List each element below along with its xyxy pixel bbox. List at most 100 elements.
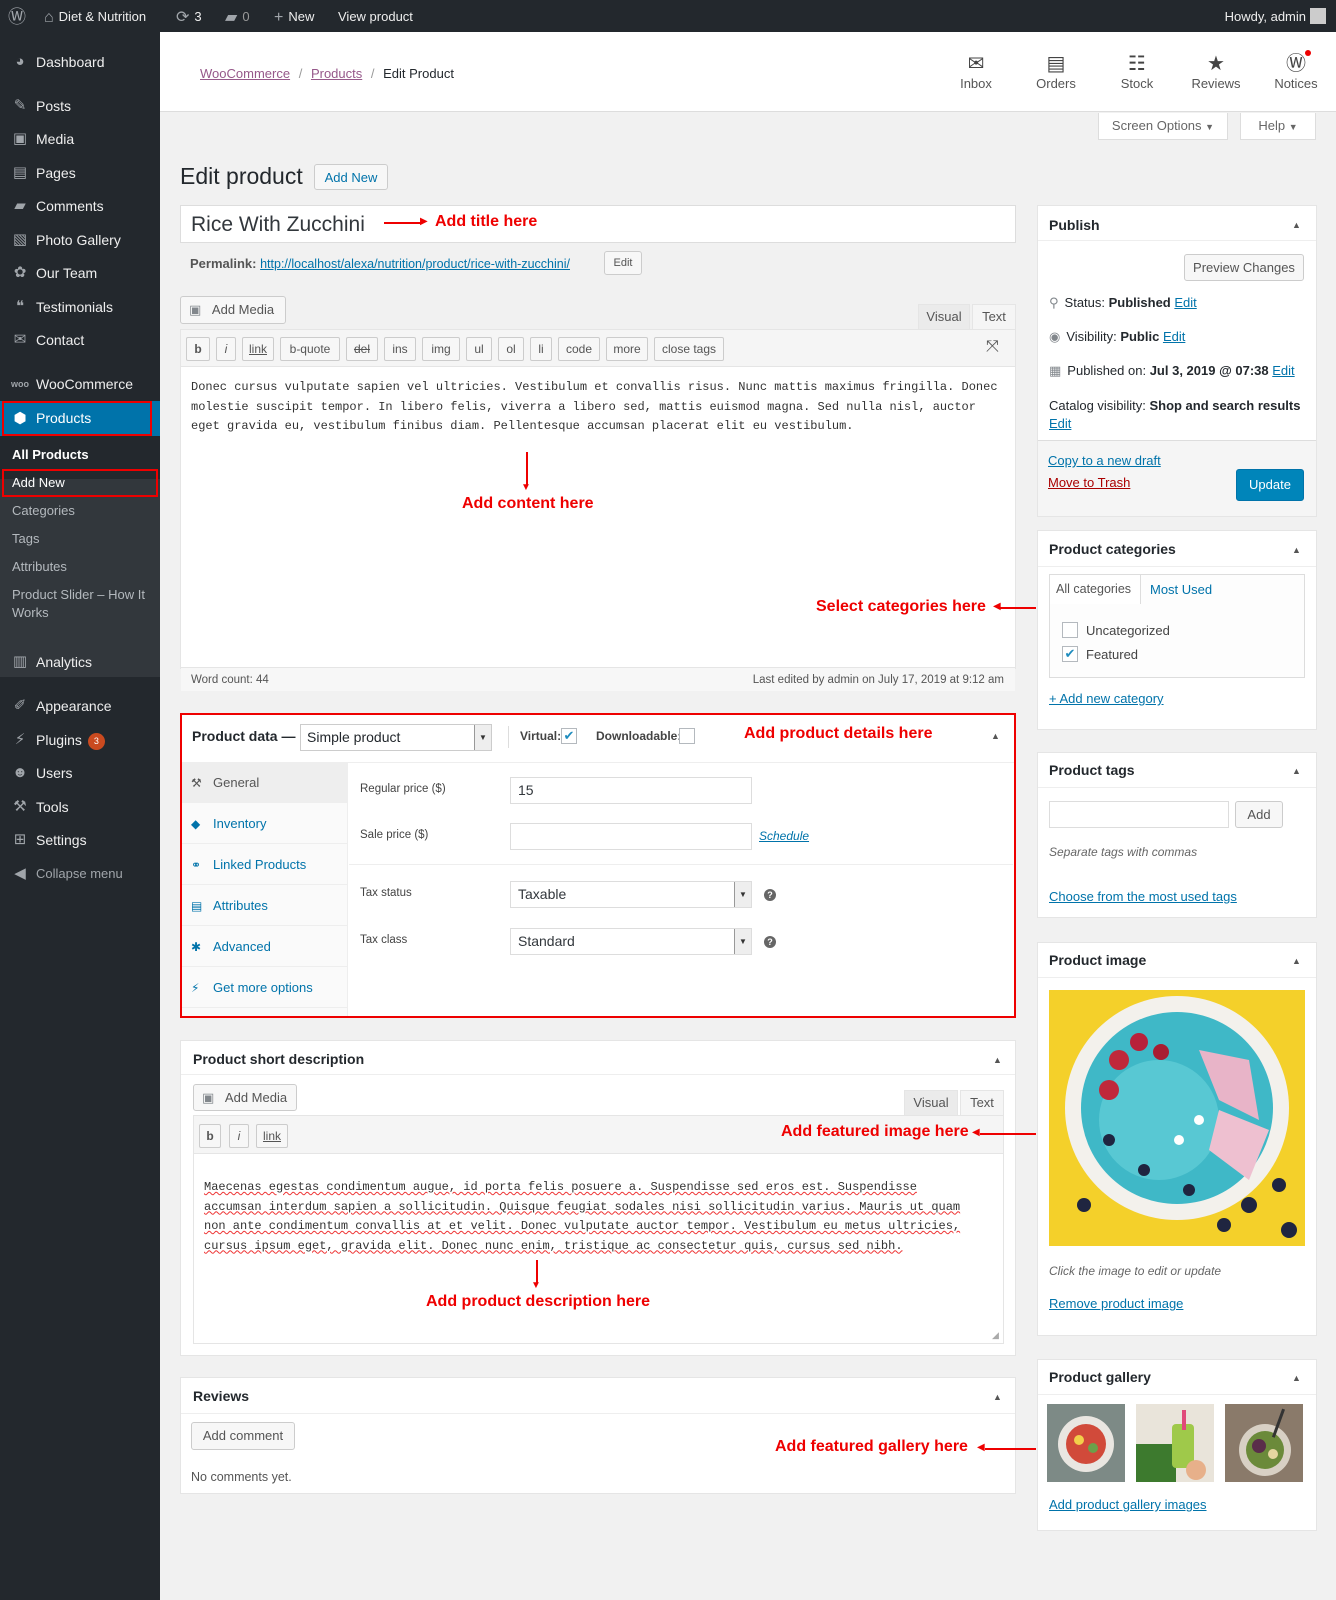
reviews-button[interactable]: ★ Reviews: [1186, 52, 1246, 91]
tab-general[interactable]: ⚒ General: [182, 763, 348, 803]
short-qt-link[interactable]: link: [256, 1124, 288, 1148]
tab-attributes[interactable]: ▤ Attributes: [182, 886, 348, 926]
updates-link[interactable]: ⟳ 3: [176, 0, 202, 32]
gallery-thumb-salad[interactable]: [1225, 1404, 1303, 1482]
screen-options-toggle[interactable]: Screen Options ▼: [1098, 113, 1228, 140]
qt-italic[interactable]: i: [216, 337, 236, 361]
view-product-link[interactable]: View product: [338, 0, 413, 32]
menu-tools[interactable]: ⚒ Tools: [0, 790, 160, 824]
categories-tab-most-used[interactable]: Most Used: [1150, 582, 1212, 597]
menu-collapse[interactable]: ◀ Collapse menu: [0, 857, 160, 891]
toggle-arrow-icon[interactable]: ▲: [1292, 956, 1301, 966]
breadcrumb-woocommerce[interactable]: WooCommerce: [200, 66, 290, 81]
short-qt-italic[interactable]: i: [229, 1124, 249, 1148]
inbox-button[interactable]: ✉ Inbox: [946, 52, 1006, 91]
category-featured-checkbox[interactable]: ✔: [1062, 646, 1078, 662]
tax-class-select[interactable]: Standard ▼: [510, 928, 752, 955]
add-category-link[interactable]: + Add new category: [1049, 691, 1164, 706]
menu-pages[interactable]: ▤ Pages: [0, 156, 160, 190]
choose-tags-link[interactable]: Choose from the most used tags: [1049, 889, 1237, 904]
permalink-url[interactable]: http://localhost/alexa/nutrition/product…: [260, 257, 570, 271]
stock-button[interactable]: ☷ Stock: [1107, 52, 1167, 91]
orders-button[interactable]: ▤ Orders: [1026, 52, 1086, 91]
fullscreen-icon[interactable]: ⤧: [986, 338, 999, 356]
avatar[interactable]: [1310, 8, 1326, 24]
tag-input[interactable]: [1049, 801, 1229, 828]
resize-handle-icon[interactable]: ◢: [992, 1330, 999, 1341]
toggle-arrow-icon[interactable]: ▲: [993, 1392, 1002, 1402]
downloadable-checkbox[interactable]: [679, 728, 695, 744]
qt-more[interactable]: more: [606, 337, 648, 361]
title-input[interactable]: Rice With Zucchini: [180, 205, 1016, 243]
toggle-arrow-icon[interactable]: ▲: [1292, 766, 1301, 776]
qt-del[interactable]: del: [346, 337, 378, 361]
product-type-select[interactable]: Simple product ▼: [300, 724, 492, 751]
remove-image-link[interactable]: Remove product image: [1049, 1296, 1183, 1311]
toggle-arrow-icon[interactable]: ▲: [1292, 220, 1301, 230]
date-edit-link[interactable]: Edit: [1272, 363, 1294, 378]
menu-photo-gallery[interactable]: ▧ Photo Gallery: [0, 223, 160, 257]
menu-our-team[interactable]: ✿ Our Team: [0, 256, 160, 290]
short-tab-text[interactable]: Text: [960, 1090, 1004, 1116]
toggle-arrow-icon[interactable]: ▲: [991, 731, 1000, 741]
toggle-arrow-icon[interactable]: ▲: [993, 1055, 1002, 1065]
status-edit-link[interactable]: Edit: [1174, 295, 1196, 310]
submenu-categories[interactable]: Categories: [12, 502, 75, 520]
qt-li[interactable]: li: [530, 337, 552, 361]
tab-text[interactable]: Text: [972, 304, 1016, 330]
tax-status-select[interactable]: Taxable ▼: [510, 881, 752, 908]
content-text[interactable]: Donec cursus vulputate sapien vel ultric…: [191, 378, 1001, 437]
site-name-link[interactable]: ⌂ Diet & Nutrition: [44, 0, 146, 32]
qt-bold[interactable]: b: [186, 337, 210, 361]
product-image[interactable]: [1049, 990, 1305, 1246]
short-tab-visual[interactable]: Visual: [904, 1090, 958, 1116]
regular-price-input[interactable]: 15: [510, 777, 752, 804]
gallery-thumb-bowl[interactable]: [1047, 1404, 1125, 1482]
category-uncategorized-checkbox[interactable]: [1062, 622, 1078, 638]
submenu-tags[interactable]: Tags: [12, 530, 39, 548]
short-add-media-button[interactable]: ▣ Add Media: [193, 1084, 297, 1111]
short-description-text[interactable]: Maecenas egestas condimentum augue, id p…: [204, 1178, 974, 1256]
help-toggle[interactable]: Help ▼: [1240, 113, 1316, 140]
toggle-arrow-icon[interactable]: ▲: [1292, 545, 1301, 555]
schedule-link[interactable]: Schedule: [759, 829, 809, 843]
categories-tab-all[interactable]: All categories: [1050, 575, 1141, 604]
tab-linked-products[interactable]: ⚭ Linked Products: [182, 845, 348, 885]
qt-link[interactable]: link: [242, 337, 274, 361]
update-button[interactable]: Update: [1236, 469, 1304, 501]
copy-draft-link[interactable]: Copy to a new draft: [1048, 453, 1161, 468]
menu-settings[interactable]: ⊞ Settings: [0, 823, 160, 857]
add-comment-button[interactable]: Add comment: [191, 1422, 295, 1450]
virtual-checkbox[interactable]: ✔: [561, 728, 577, 744]
toggle-arrow-icon[interactable]: ▲: [1292, 1373, 1301, 1383]
add-new-button[interactable]: Add New: [314, 164, 388, 190]
add-media-button[interactable]: ▣ Add Media: [180, 296, 286, 324]
preview-changes-button[interactable]: Preview Changes: [1184, 254, 1304, 281]
qt-ol[interactable]: ol: [498, 337, 524, 361]
menu-contact[interactable]: ✉ Contact: [0, 323, 160, 357]
menu-media[interactable]: ▣ Media: [0, 122, 160, 156]
gallery-thumb-drink[interactable]: [1136, 1404, 1214, 1482]
breadcrumb-products[interactable]: Products: [311, 66, 362, 81]
sale-price-input[interactable]: [510, 823, 752, 850]
tab-advanced[interactable]: ✱ Advanced: [182, 927, 348, 967]
menu-users[interactable]: ☻ Users: [0, 756, 160, 790]
menu-posts[interactable]: ✎ Posts: [0, 89, 160, 123]
permalink-edit-button[interactable]: Edit: [604, 251, 642, 275]
add-tag-button[interactable]: Add: [1235, 801, 1283, 828]
add-gallery-images-link[interactable]: Add product gallery images: [1049, 1497, 1207, 1512]
submenu-all-products[interactable]: All Products: [12, 446, 89, 464]
qt-img[interactable]: img: [422, 337, 460, 361]
visibility-edit-link[interactable]: Edit: [1163, 329, 1185, 344]
submenu-attributes[interactable]: Attributes: [12, 558, 67, 576]
menu-analytics[interactable]: ▥ Analytics: [0, 645, 160, 679]
tab-get-more-options[interactable]: ⚡ Get more options: [182, 968, 348, 1008]
notices-button[interactable]: Ⓦ Notices: [1266, 50, 1326, 91]
tab-visual[interactable]: Visual: [918, 304, 970, 330]
menu-comments[interactable]: ▰ Comments: [0, 189, 160, 223]
account-link[interactable]: Howdy, admin: [1225, 0, 1306, 32]
menu-plugins[interactable]: ⚡ Plugins 3: [0, 723, 160, 757]
short-qt-bold[interactable]: b: [199, 1124, 221, 1148]
wordpress-logo-icon[interactable]: Ⓦ: [8, 0, 26, 32]
menu-testimonials[interactable]: ❝ Testimonials: [0, 290, 160, 324]
